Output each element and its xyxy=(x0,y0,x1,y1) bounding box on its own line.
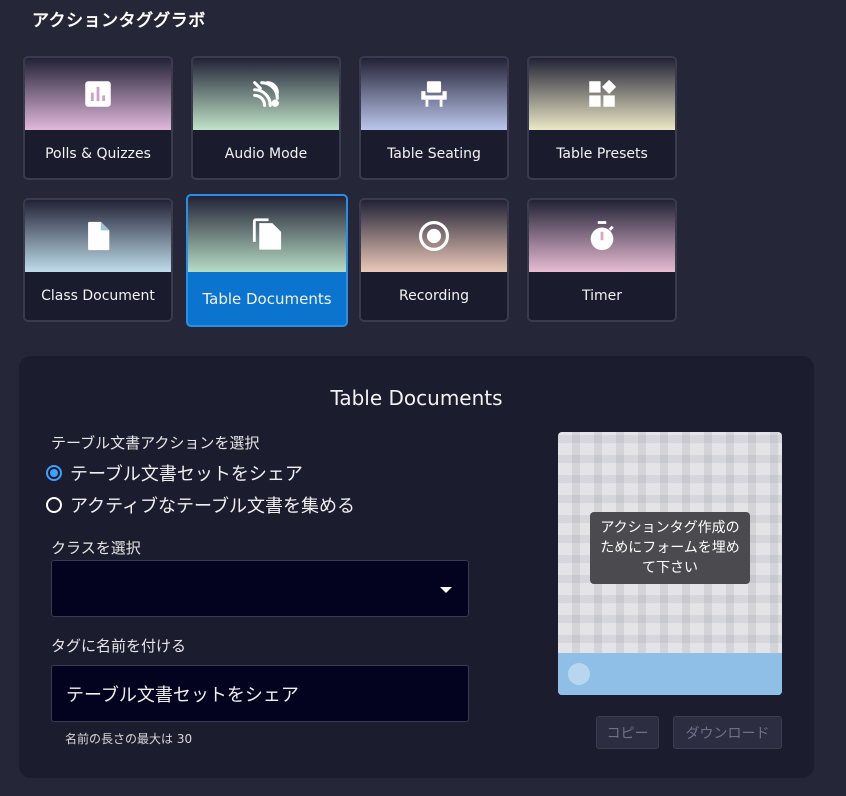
timer-icon xyxy=(585,219,619,253)
tile-label: Polls & Quizzes xyxy=(45,146,151,162)
tile-table-documents[interactable]: Table Documents xyxy=(186,194,348,327)
widgets-icon xyxy=(585,77,619,111)
tag-name-hint: 名前の長さの最大は 30 xyxy=(65,732,193,746)
panel-title: Table Documents xyxy=(330,386,503,410)
caret-down-icon xyxy=(440,587,452,593)
option-collect-active[interactable]: アクティブなテーブル文書を集める xyxy=(46,492,355,518)
tile-label: Class Document xyxy=(41,288,155,304)
action-label: テーブル文書アクションを選択 xyxy=(51,434,260,452)
app-title: アクションタググラボ xyxy=(32,11,206,31)
chair-icon xyxy=(417,77,451,111)
tag-name-label: タグに名前を付ける xyxy=(51,637,187,655)
copy-button[interactable]: コピー xyxy=(596,716,659,749)
tile-class-document[interactable]: Class Document xyxy=(23,198,173,322)
tile-label: Table Documents xyxy=(202,289,332,308)
documents-icon xyxy=(248,215,286,253)
tile-audio-mode[interactable]: Audio Mode xyxy=(191,56,341,180)
avatar xyxy=(568,663,590,685)
tile-polls-quizzes[interactable]: Polls & Quizzes xyxy=(23,56,173,180)
tile-label: Timer xyxy=(581,288,623,304)
radio-checked-icon[interactable] xyxy=(46,465,62,481)
audio-waves-icon xyxy=(249,77,283,111)
tag-name-input[interactable] xyxy=(51,665,469,722)
option-share-set[interactable]: テーブル文書セットをシェア xyxy=(46,460,303,486)
tile-label: Audio Mode xyxy=(224,146,308,162)
tile-table-seating[interactable]: Table Seating xyxy=(359,56,509,180)
download-button[interactable]: ダウンロード xyxy=(673,716,782,749)
table-documents-panel: Table Documents テーブル文書アクションを選択 テーブル文書セット… xyxy=(19,356,814,778)
tile-timer[interactable]: Timer xyxy=(527,198,677,322)
tile-label: Table Seating xyxy=(387,146,481,162)
poll-icon xyxy=(81,77,115,111)
tile-label: Table Presets xyxy=(556,146,648,162)
option-label: アクティブなテーブル文書を集める xyxy=(70,496,355,517)
qr-footer-bar xyxy=(558,653,782,695)
record-icon xyxy=(417,219,451,253)
option-label: テーブル文書セットをシェア xyxy=(70,464,303,485)
qr-overlay-message: アクションタグ作成のためにフォームを埋めて下さい xyxy=(590,512,750,584)
class-select[interactable] xyxy=(51,560,469,617)
tile-recording[interactable]: Recording xyxy=(359,198,509,322)
radio-unchecked-icon[interactable] xyxy=(46,497,62,513)
class-select-label: クラスを選択 xyxy=(51,539,141,557)
qr-code-preview: アクションタグ作成のためにフォームを埋めて下さい xyxy=(558,432,782,695)
document-icon xyxy=(81,219,115,253)
tile-table-presets[interactable]: Table Presets xyxy=(527,56,677,180)
tile-label: Recording xyxy=(398,288,470,304)
